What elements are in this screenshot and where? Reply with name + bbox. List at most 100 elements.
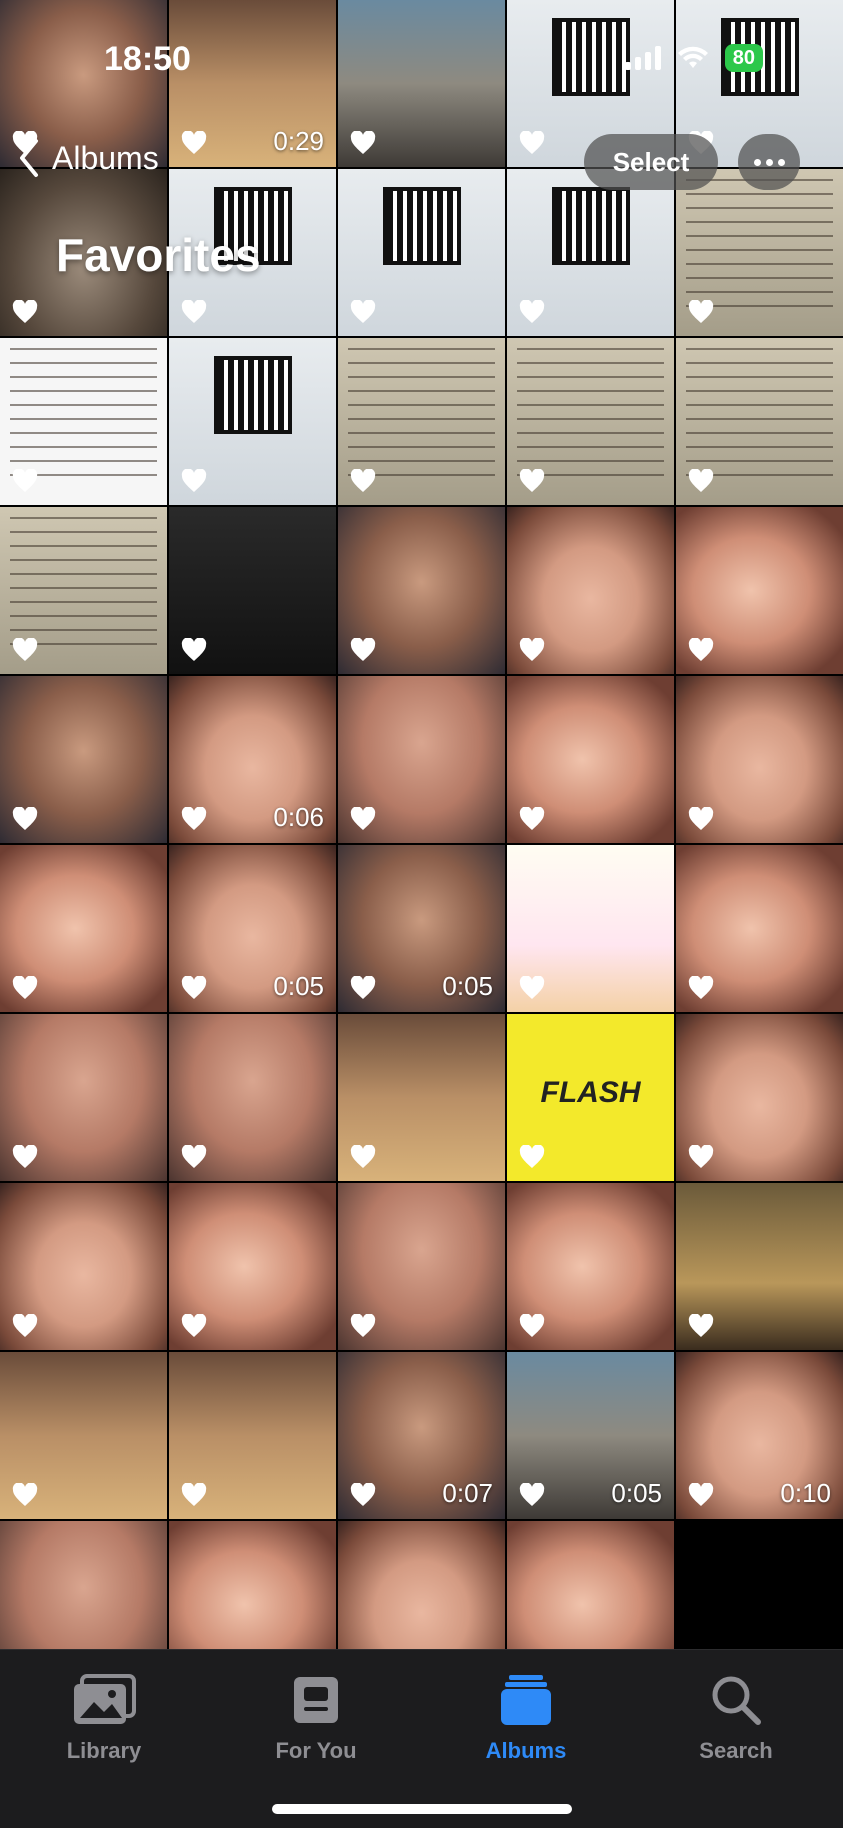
photo-thumbnail[interactable]: FLASH: [507, 1014, 674, 1181]
favorite-heart-icon: [519, 1483, 545, 1506]
qr-code-image: [213, 356, 292, 434]
tab-bar: Library For You Albums Search: [0, 1649, 843, 1828]
photo-thumbnail[interactable]: [0, 845, 167, 1012]
qr-code-image: [382, 187, 461, 265]
favorite-heart-icon: [181, 469, 207, 492]
favorite-heart-icon: [688, 1483, 714, 1506]
home-indicator[interactable]: [272, 1804, 572, 1814]
favorite-heart-icon: [12, 976, 38, 999]
tab-albums-label: Albums: [485, 1738, 567, 1763]
photo-library-icon: [74, 1674, 136, 1724]
photo-thumbnail[interactable]: [338, 1014, 505, 1181]
photo-thumbnail[interactable]: [676, 507, 843, 674]
photo-thumbnail[interactable]: [0, 338, 167, 505]
photo-thumbnail[interactable]: [338, 1183, 505, 1350]
more-options-button[interactable]: [738, 134, 800, 190]
favorite-heart-icon: [12, 1314, 38, 1337]
video-duration: 0:05: [273, 971, 324, 1001]
photo-thumbnail[interactable]: [338, 507, 505, 674]
favorite-heart-icon: [519, 300, 545, 323]
favorite-heart-icon: [350, 638, 376, 661]
photo-thumbnail[interactable]: 0:07: [338, 1352, 505, 1519]
photo-thumbnail[interactable]: [338, 676, 505, 843]
photo-thumbnail[interactable]: [338, 338, 505, 505]
photo-thumbnail[interactable]: [676, 169, 843, 336]
photo-thumbnail[interactable]: 0:10: [676, 1352, 843, 1519]
tab-search[interactable]: Search: [656, 1672, 816, 1764]
photo-thumbnail[interactable]: [676, 845, 843, 1012]
photo-thumbnail[interactable]: 0:05: [338, 845, 505, 1012]
tab-for-you[interactable]: For You: [236, 1672, 396, 1764]
favorite-heart-icon: [181, 300, 207, 323]
favorite-heart-icon: [181, 976, 207, 999]
chevron-left-icon: [20, 139, 38, 177]
photo-thumbnail[interactable]: 0:06: [169, 676, 336, 843]
favorite-heart-icon: [688, 807, 714, 830]
photo-thumbnail[interactable]: [507, 676, 674, 843]
favorite-heart-icon: [12, 1145, 38, 1168]
tab-library-label: Library: [66, 1738, 142, 1763]
photo-thumbnail[interactable]: [507, 507, 674, 674]
back-to-albums-button[interactable]: Albums: [18, 138, 159, 178]
photo-thumbnail[interactable]: [169, 507, 336, 674]
status-time: 18:50: [104, 40, 191, 78]
photo-thumbnail[interactable]: [676, 676, 843, 843]
photo-thumbnail[interactable]: [0, 676, 167, 843]
photo-thumbnail[interactable]: [169, 1014, 336, 1181]
photo-thumbnail[interactable]: 0:05: [507, 1352, 674, 1519]
document-lines: [348, 348, 495, 485]
photo-thumbnail[interactable]: 0:29: [169, 0, 336, 167]
document-lines: [686, 179, 833, 316]
favorite-heart-icon: [12, 469, 38, 492]
favorite-heart-icon: [519, 131, 545, 154]
photo-thumbnail[interactable]: [0, 507, 167, 674]
video-duration: 0:07: [442, 1478, 493, 1508]
page-title: Favorites: [56, 229, 261, 281]
photo-thumbnail[interactable]: [0, 1352, 167, 1519]
document-lines: [10, 348, 157, 485]
qr-code-image: [551, 18, 630, 96]
photo-thumbnail[interactable]: [169, 338, 336, 505]
select-button[interactable]: Select: [584, 134, 718, 190]
tab-albums[interactable]: Albums: [446, 1672, 606, 1764]
favorite-heart-icon: [688, 976, 714, 999]
photo-thumbnail[interactable]: [507, 169, 674, 336]
favorite-heart-icon: [350, 469, 376, 492]
favorite-heart-icon: [12, 807, 38, 830]
document-lines: [10, 517, 157, 654]
photo-thumbnail[interactable]: 0:05: [169, 845, 336, 1012]
photo-thumbnail[interactable]: [507, 338, 674, 505]
tab-library[interactable]: Library: [24, 1672, 184, 1764]
wifi-icon: [677, 46, 708, 68]
back-label: Albums: [52, 139, 159, 176]
video-duration: 0:05: [442, 971, 493, 1001]
photo-thumbnail[interactable]: [0, 1014, 167, 1181]
favorite-heart-icon: [688, 638, 714, 661]
favorite-heart-icon: [519, 1314, 545, 1337]
photo-thumbnail[interactable]: [676, 1014, 843, 1181]
favorite-heart-icon: [350, 1483, 376, 1506]
photo-thumbnail[interactable]: [676, 1183, 843, 1350]
search-icon: [712, 1676, 761, 1725]
photo-thumbnail[interactable]: [0, 1183, 167, 1350]
photo-thumbnail[interactable]: [169, 1352, 336, 1519]
photo-thumbnail[interactable]: [169, 1183, 336, 1350]
video-duration: 0:06: [273, 802, 324, 832]
photo-thumbnail[interactable]: [507, 845, 674, 1012]
favorite-heart-icon: [688, 469, 714, 492]
favorite-heart-icon: [181, 131, 207, 154]
document-lines: [686, 348, 833, 485]
favorite-heart-icon: [350, 976, 376, 999]
photo-thumbnail[interactable]: [338, 169, 505, 336]
tab-search-label: Search: [699, 1738, 773, 1763]
cellular-signal-icon: [624, 46, 661, 70]
photo-thumbnail[interactable]: [507, 1183, 674, 1350]
photo-thumbnail[interactable]: [338, 0, 505, 167]
qr-code-image: [551, 187, 630, 265]
document-lines: [517, 348, 664, 485]
favorite-heart-icon: [350, 1314, 376, 1337]
favorite-heart-icon: [519, 469, 545, 492]
favorite-heart-icon: [350, 807, 376, 830]
favorite-heart-icon: [519, 976, 545, 999]
photo-thumbnail[interactable]: [676, 338, 843, 505]
